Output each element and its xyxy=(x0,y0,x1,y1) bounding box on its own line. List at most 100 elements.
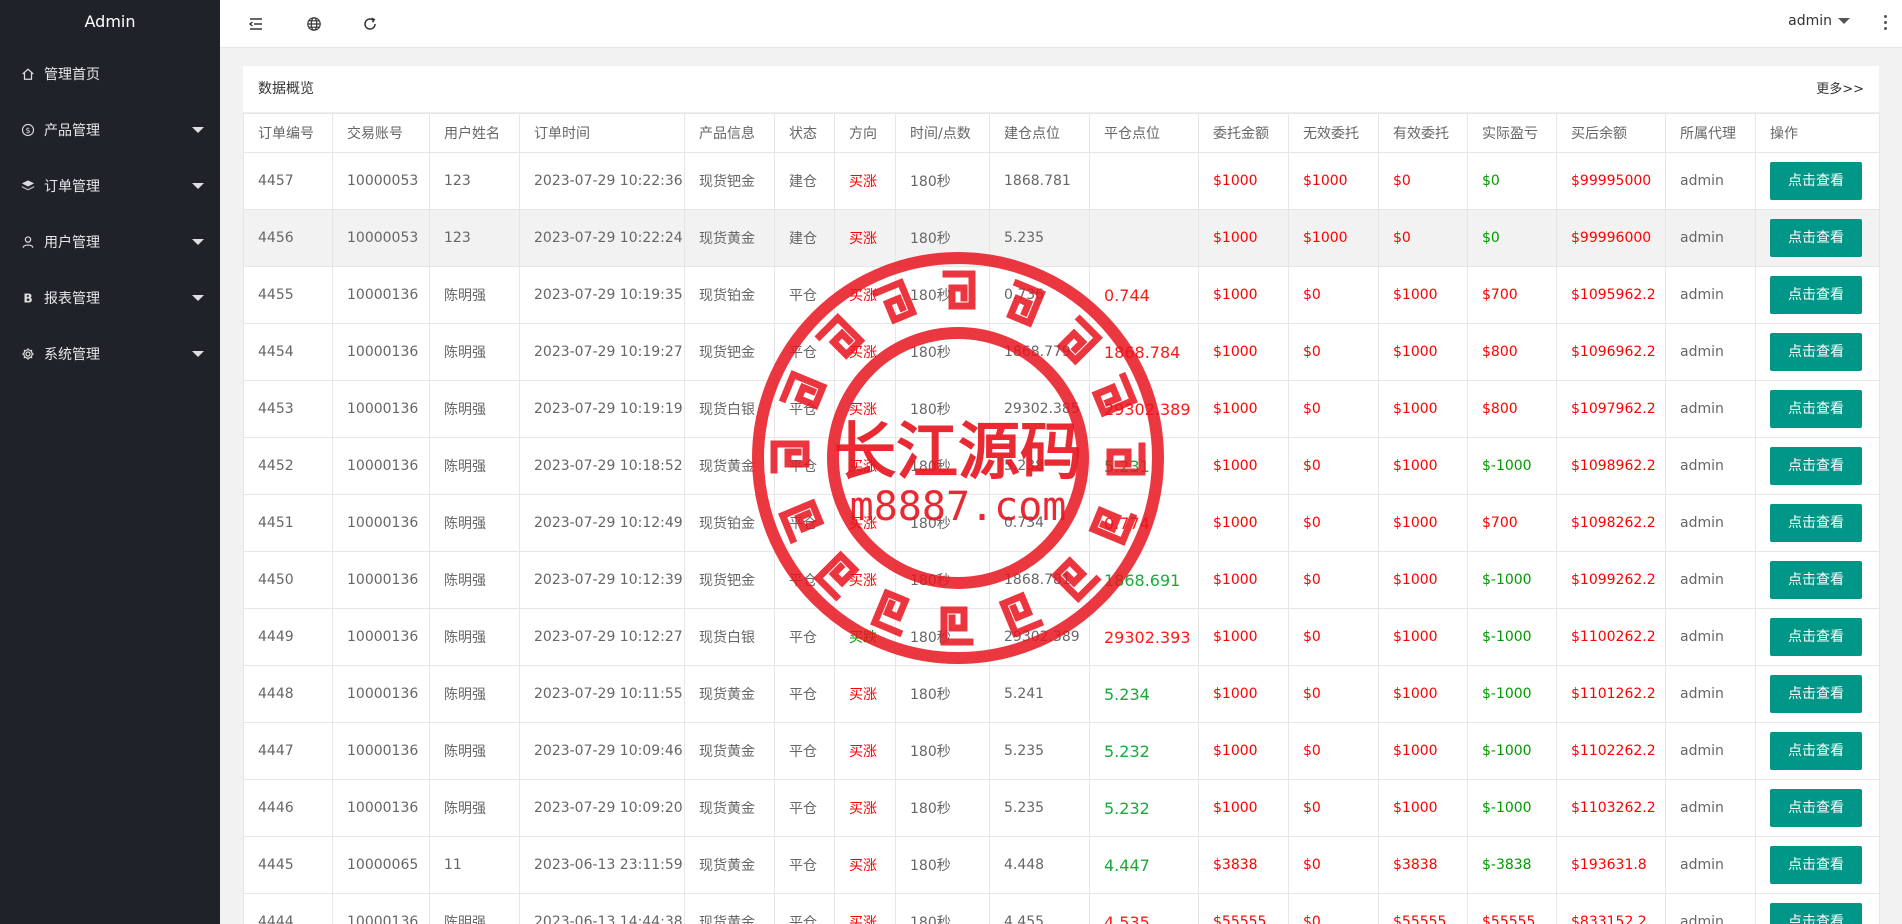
order-id-cell: 4453 xyxy=(243,380,333,438)
duration-cell: 180秒 xyxy=(895,779,990,837)
sidebar-item-products[interactable]: $ 产品管理 xyxy=(0,102,220,158)
orders-table: 订单编号 交易账号 用户姓名 订单时间 产品信息 状态 方向 时间/点数 建仓点位 平仓点位 委托金… xyxy=(243,113,1880,924)
amount-cell: $1000 xyxy=(1198,266,1289,324)
user-menu[interactable]: admin xyxy=(1788,13,1850,29)
valid-amount-cell: $1000 xyxy=(1378,380,1468,438)
status-cell: 建仓 xyxy=(774,152,835,210)
column-header: 有效委托 xyxy=(1378,113,1468,153)
close-price-cell: 5.231 xyxy=(1089,437,1199,495)
view-order-button[interactable]: 点击查看 xyxy=(1770,561,1862,599)
order-id-cell: 4445 xyxy=(243,836,333,894)
refresh-icon[interactable] xyxy=(360,14,380,34)
view-order-button[interactable]: 点击查看 xyxy=(1770,618,1862,656)
view-order-button[interactable]: 点击查看 xyxy=(1770,732,1862,770)
view-order-button[interactable]: 点击查看 xyxy=(1770,789,1862,827)
agent-cell: admin xyxy=(1665,893,1756,924)
action-cell: 点击查看 xyxy=(1755,665,1880,723)
direction-cell: 买涨 xyxy=(834,722,896,780)
sidebar-item-label: 订单管理 xyxy=(44,179,100,195)
amount-cell: $1000 xyxy=(1198,323,1289,381)
top-header: admin xyxy=(220,0,1902,48)
view-order-button[interactable]: 点击查看 xyxy=(1770,390,1862,428)
direction-cell: 买涨 xyxy=(834,836,896,894)
product-cell: 现货白银 xyxy=(684,608,775,666)
user-name-cell: 陈明强 xyxy=(429,380,520,438)
column-header: 平仓点位 xyxy=(1089,113,1199,153)
status-cell: 平仓 xyxy=(774,380,835,438)
column-header: 买后余额 xyxy=(1556,113,1666,153)
view-order-button[interactable]: 点击查看 xyxy=(1770,447,1862,485)
close-price-cell: 1868.691 xyxy=(1089,551,1199,609)
account-cell: 10000053 xyxy=(332,209,430,267)
user-name-cell: 陈明强 xyxy=(429,779,520,837)
duration-cell: 180秒 xyxy=(895,152,990,210)
open-price-cell: 5.241 xyxy=(989,665,1090,723)
column-header: 时间/点数 xyxy=(895,113,990,153)
more-vertical-icon[interactable] xyxy=(1884,15,1888,30)
agent-cell: admin xyxy=(1665,836,1756,894)
action-cell: 点击查看 xyxy=(1755,494,1880,552)
close-price-cell: 4.535 xyxy=(1089,893,1199,924)
amount-cell: $55555 xyxy=(1198,893,1289,924)
pnl-cell: $-1000 xyxy=(1467,722,1557,780)
shrink-menu-icon[interactable] xyxy=(246,14,266,34)
close-price-cell: 29302.393 xyxy=(1089,608,1199,666)
globe-icon[interactable] xyxy=(304,14,324,34)
product-cell: 现货黄金 xyxy=(684,722,775,780)
action-cell: 点击查看 xyxy=(1755,152,1880,210)
order-time-cell: 2023-07-29 10:12:49 xyxy=(519,494,685,552)
more-link[interactable]: 更多>> xyxy=(1816,66,1864,113)
order-id-cell: 4456 xyxy=(243,209,333,267)
duration-cell: 180秒 xyxy=(895,266,990,324)
caret-down-icon xyxy=(192,183,204,189)
sidebar-item-users[interactable]: 用户管理 xyxy=(0,214,220,270)
status-cell: 平仓 xyxy=(774,665,835,723)
order-time-cell: 2023-07-29 10:19:19 xyxy=(519,380,685,438)
view-order-button[interactable]: 点击查看 xyxy=(1770,162,1862,200)
sidebar-item-system[interactable]: 系统管理 xyxy=(0,326,220,382)
order-time-cell: 2023-06-13 14:44:38 xyxy=(519,893,685,924)
table-row: 4445 10000065 11 2023-06-13 23:11:59 现货黄金 平仓买… xyxy=(243,836,1880,894)
amount-cell: $1000 xyxy=(1198,722,1289,780)
sidebar-item-reports[interactable]: B 报表管理 xyxy=(0,270,220,326)
view-order-button[interactable]: 点击查看 xyxy=(1770,846,1862,884)
table-row: 4457 10000053 123 2023-07-29 10:22:36 现货钯金 建仓… xyxy=(243,152,1880,210)
column-header: 无效委托 xyxy=(1288,113,1379,153)
sidebar-item-home[interactable]: 管理首页 xyxy=(0,46,220,102)
table-row: 4454 10000136 陈明强 2023-07-29 10:19:27 现货钯金 平仓… xyxy=(243,323,1880,381)
valid-amount-cell: $0 xyxy=(1378,209,1468,267)
direction-cell: 买涨 xyxy=(834,893,896,924)
column-header: 产品信息 xyxy=(684,113,775,153)
view-order-button[interactable]: 点击查看 xyxy=(1770,219,1862,257)
column-header: 操作 xyxy=(1755,113,1880,153)
table-row: 4452 10000136 陈明强 2023-07-29 10:18:52 现货黄金 平仓… xyxy=(243,437,1880,495)
view-order-button[interactable]: 点击查看 xyxy=(1770,333,1862,371)
order-id-cell: 4444 xyxy=(243,893,333,924)
invalid-amount-cell: $0 xyxy=(1288,494,1379,552)
view-order-button[interactable]: 点击查看 xyxy=(1770,675,1862,713)
amount-cell: $1000 xyxy=(1198,494,1289,552)
valid-amount-cell: $55555 xyxy=(1378,893,1468,924)
table-row: 4446 10000136 陈明强 2023-07-29 10:09:20 现货黄金 平仓… xyxy=(243,779,1880,837)
account-cell: 10000136 xyxy=(332,266,430,324)
view-order-button[interactable]: 点击查看 xyxy=(1770,276,1862,314)
valid-amount-cell: $1000 xyxy=(1378,494,1468,552)
direction-cell: 买跌 xyxy=(834,608,896,666)
duration-cell: 180秒 xyxy=(895,209,990,267)
balance-cell: $99995000 xyxy=(1556,152,1666,210)
amount-cell: $1000 xyxy=(1198,152,1289,210)
action-cell: 点击查看 xyxy=(1755,779,1880,837)
valid-amount-cell: $1000 xyxy=(1378,437,1468,495)
view-order-button[interactable]: 点击查看 xyxy=(1770,903,1862,924)
duration-cell: 180秒 xyxy=(895,551,990,609)
close-price-cell xyxy=(1089,209,1199,267)
order-id-cell: 4447 xyxy=(243,722,333,780)
status-cell: 平仓 xyxy=(774,779,835,837)
valid-amount-cell: $1000 xyxy=(1378,779,1468,837)
brand-logo[interactable]: Admin xyxy=(0,0,220,43)
column-header: 订单编号 xyxy=(243,113,333,153)
sidebar-item-orders[interactable]: 订单管理 xyxy=(0,158,220,214)
direction-cell: 买涨 xyxy=(834,779,896,837)
view-order-button[interactable]: 点击查看 xyxy=(1770,504,1862,542)
balance-cell: $1095962.2 xyxy=(1556,266,1666,324)
